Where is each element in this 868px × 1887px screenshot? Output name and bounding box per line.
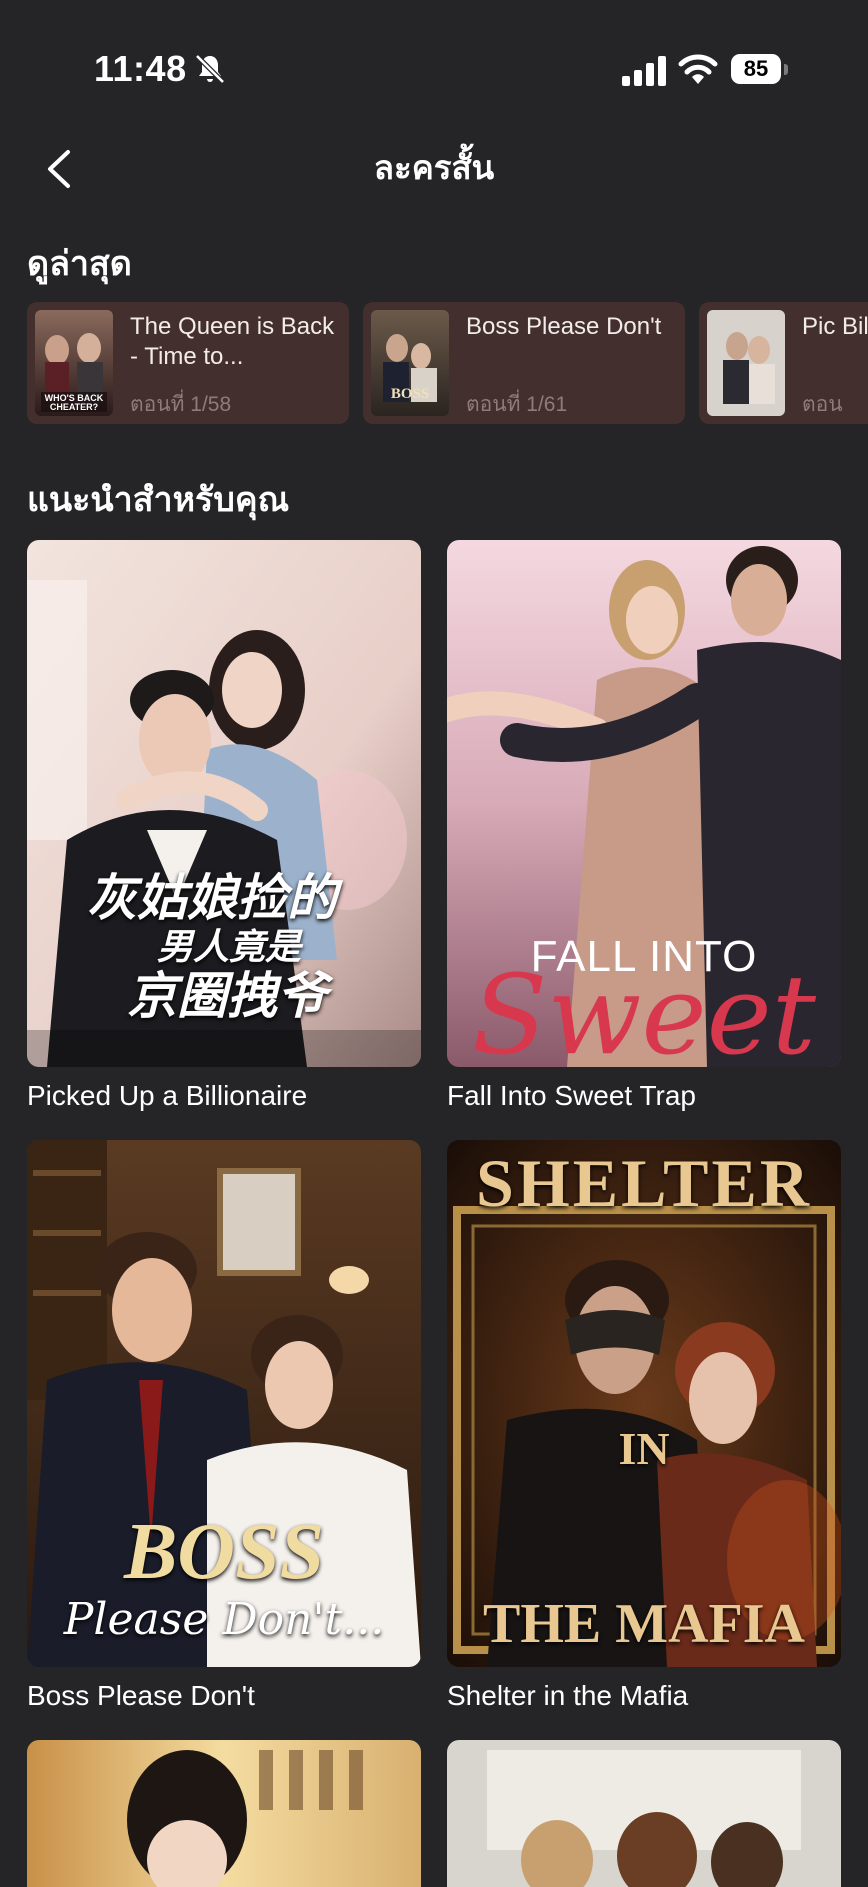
battery-tip bbox=[784, 64, 788, 75]
recommend-heading: แนะนำสำหรับคุณ bbox=[27, 481, 290, 519]
status-bar: 11:48 85 bbox=[0, 0, 868, 140]
recent-item[interactable]: BOSS Boss Please Don't ตอนที่ 1/61 bbox=[363, 302, 685, 424]
chevron-left-icon bbox=[48, 150, 70, 188]
back-button[interactable] bbox=[40, 144, 84, 194]
recent-poster: WHO'S BACK CHEATER? bbox=[35, 310, 113, 416]
drama-poster[interactable]: FALL INTO Sweet bbox=[447, 540, 841, 1067]
wifi-icon bbox=[678, 54, 718, 84]
drama-title[interactable]: Boss Please Don't bbox=[27, 1678, 255, 1714]
recent-item-title: The Queen is Back - Time to... bbox=[130, 313, 335, 370]
drama-title[interactable]: Picked Up a Billionaire bbox=[27, 1078, 307, 1114]
cellular-signal-icon bbox=[622, 56, 666, 86]
drama-poster[interactable]: BOSS Please Don't... bbox=[27, 1140, 421, 1667]
status-time: 11:48 bbox=[94, 48, 187, 89]
drama-poster[interactable]: 灰姑娘捡的 男人竟是 京圈拽爷 bbox=[27, 540, 421, 1067]
drama-poster[interactable] bbox=[27, 1740, 421, 1887]
recent-heading: ดูล่าสุด bbox=[27, 245, 132, 283]
bell-slash-icon bbox=[195, 54, 225, 84]
drama-poster[interactable]: SHELTER IN THE MAFIA bbox=[447, 1140, 841, 1667]
drama-title[interactable]: Shelter in the Mafia bbox=[447, 1678, 688, 1714]
battery-level: 85 bbox=[731, 54, 781, 84]
recent-item[interactable]: Pic Billi ตอน bbox=[699, 302, 868, 424]
recent-poster bbox=[707, 310, 785, 416]
short-drama-screen: 11:48 85 ละครสั้น ดูล่าสุด WHO'S BACK CH… bbox=[0, 0, 868, 1887]
drama-title[interactable]: Fall Into Sweet Trap bbox=[447, 1078, 696, 1114]
recent-item-title: Pic Billi bbox=[802, 313, 868, 340]
recent-poster: BOSS bbox=[371, 310, 449, 416]
battery-indicator: 85 bbox=[731, 54, 791, 86]
recent-item-title: Boss Please Don't bbox=[466, 313, 662, 340]
recent-item-episode: ตอนที่ 1/61 bbox=[466, 393, 568, 416]
recent-item-episode: ตอนที่ 1/58 bbox=[130, 393, 232, 416]
recent-item-episode: ตอน bbox=[802, 393, 843, 416]
recent-list[interactable]: WHO'S BACK CHEATER? The Queen is Back - … bbox=[27, 302, 868, 424]
drama-poster[interactable] bbox=[447, 1740, 841, 1887]
recent-item[interactable]: WHO'S BACK CHEATER? The Queen is Back - … bbox=[27, 302, 349, 424]
page-title: ละครสั้น bbox=[373, 149, 495, 186]
